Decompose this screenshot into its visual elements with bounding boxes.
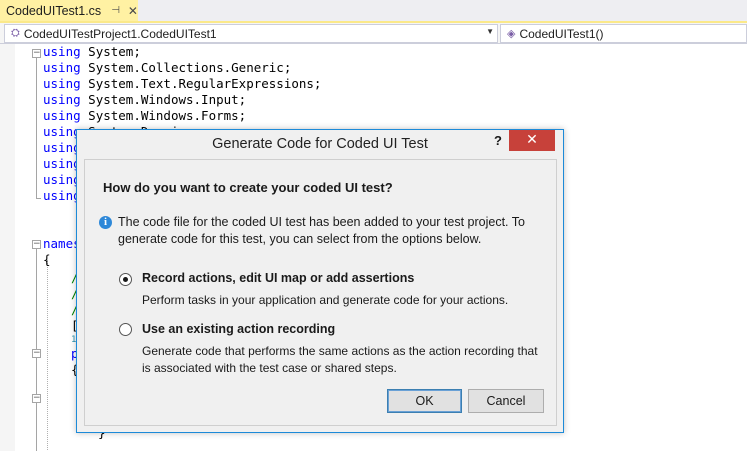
editor-margin — [0, 44, 15, 451]
option-record-radio[interactable] — [119, 273, 132, 286]
generate-code-dialog: Generate Code for Coded UI Test ? ✕ How … — [76, 129, 564, 433]
keyword: names — [43, 236, 81, 251]
keyword: using — [43, 156, 81, 171]
option-existing-label[interactable]: Use an existing action recording — [142, 322, 335, 336]
document-tab-strip: CodedUITest1.cs ⊣ ✕ — [0, 0, 747, 23]
dialog-content: How do you want to create your coded UI … — [84, 159, 557, 426]
option-existing-description: Generate code that performs the same act… — [142, 344, 538, 375]
code-line-5: using System.Windows.Forms; — [43, 108, 246, 124]
code-text: System; — [80, 44, 141, 59]
cancel-button[interactable]: Cancel — [468, 389, 544, 413]
code-line-3: using System.Text.RegularExpressions; — [43, 76, 321, 92]
method-icon: ◈ — [507, 28, 516, 40]
option-record-label[interactable]: Record actions, edit UI map or add asser… — [142, 271, 414, 285]
dialog-titlebar[interactable]: Generate Code for Coded UI Test ? ✕ — [77, 130, 563, 158]
keyword: using — [43, 60, 81, 75]
code-text: System.Windows.Input; — [80, 92, 247, 107]
code-line-2: using System.Collections.Generic; — [43, 60, 291, 76]
keyword: using — [43, 92, 81, 107]
help-button[interactable]: ? — [489, 133, 507, 151]
code-line-1: using System; — [43, 44, 141, 60]
collapse-icon[interactable]: − — [32, 240, 41, 249]
collapse-icon[interactable]: − — [32, 394, 41, 403]
code-text: System.Windows.Forms; — [80, 108, 247, 123]
class-icon: ⛭ — [11, 27, 20, 39]
namespace-open-brace: { — [43, 252, 51, 267]
keyword: using — [43, 44, 81, 59]
code-line-8: using — [43, 156, 81, 172]
code-text: System.Text.RegularExpressions; — [80, 76, 322, 91]
member-combo-value: CodedUITest1() — [519, 26, 604, 41]
indent-guide — [47, 260, 48, 450]
pin-icon[interactable]: ⊣ — [111, 5, 120, 16]
code-line-4: using System.Windows.Input; — [43, 92, 246, 108]
info-text: The code file for the coded UI test has … — [118, 215, 525, 246]
fold-guide-end — [36, 198, 41, 199]
navigation-bar: ⛭ CodedUITestProject1.CodedUITest1 ▼ ◈ C… — [0, 23, 747, 44]
option-existing-radio[interactable] — [119, 323, 132, 336]
keyword: using — [43, 108, 81, 123]
document-tab-title: CodedUITest1.cs — [6, 3, 102, 18]
keyword: using — [43, 140, 81, 155]
ok-button[interactable]: OK — [387, 389, 462, 413]
close-button[interactable]: ✕ — [509, 130, 555, 151]
keyword: using — [43, 76, 81, 91]
keyword: using — [43, 172, 81, 187]
keyword: using — [43, 124, 81, 139]
collapse-icon[interactable]: − — [32, 349, 41, 358]
project-combo[interactable]: ⛭ CodedUITestProject1.CodedUITest1 ▼ — [4, 24, 498, 43]
project-combo-value: CodedUITestProject1.CodedUITest1 — [23, 26, 217, 41]
option-record-description: Perform tasks in your application and ge… — [142, 293, 509, 307]
namespace-line: names — [43, 236, 81, 252]
member-combo[interactable]: ◈ CodedUITest1() — [500, 24, 747, 43]
chevron-down-icon: ▼ — [486, 27, 494, 36]
fold-guide — [36, 58, 37, 198]
close-icon[interactable]: ✕ — [128, 4, 138, 18]
info-icon: i — [99, 216, 112, 229]
code-line-10: using — [43, 188, 81, 204]
dialog-question: How do you want to create your coded UI … — [103, 180, 393, 195]
code-text: System.Collections.Generic; — [80, 60, 292, 75]
document-tab[interactable]: CodedUITest1.cs ⊣ ✕ — [0, 0, 138, 21]
collapse-icon[interactable]: − — [32, 49, 41, 58]
keyword: using — [43, 188, 81, 203]
code-line-7: using — [43, 140, 81, 156]
code-line-9: using — [43, 172, 81, 188]
